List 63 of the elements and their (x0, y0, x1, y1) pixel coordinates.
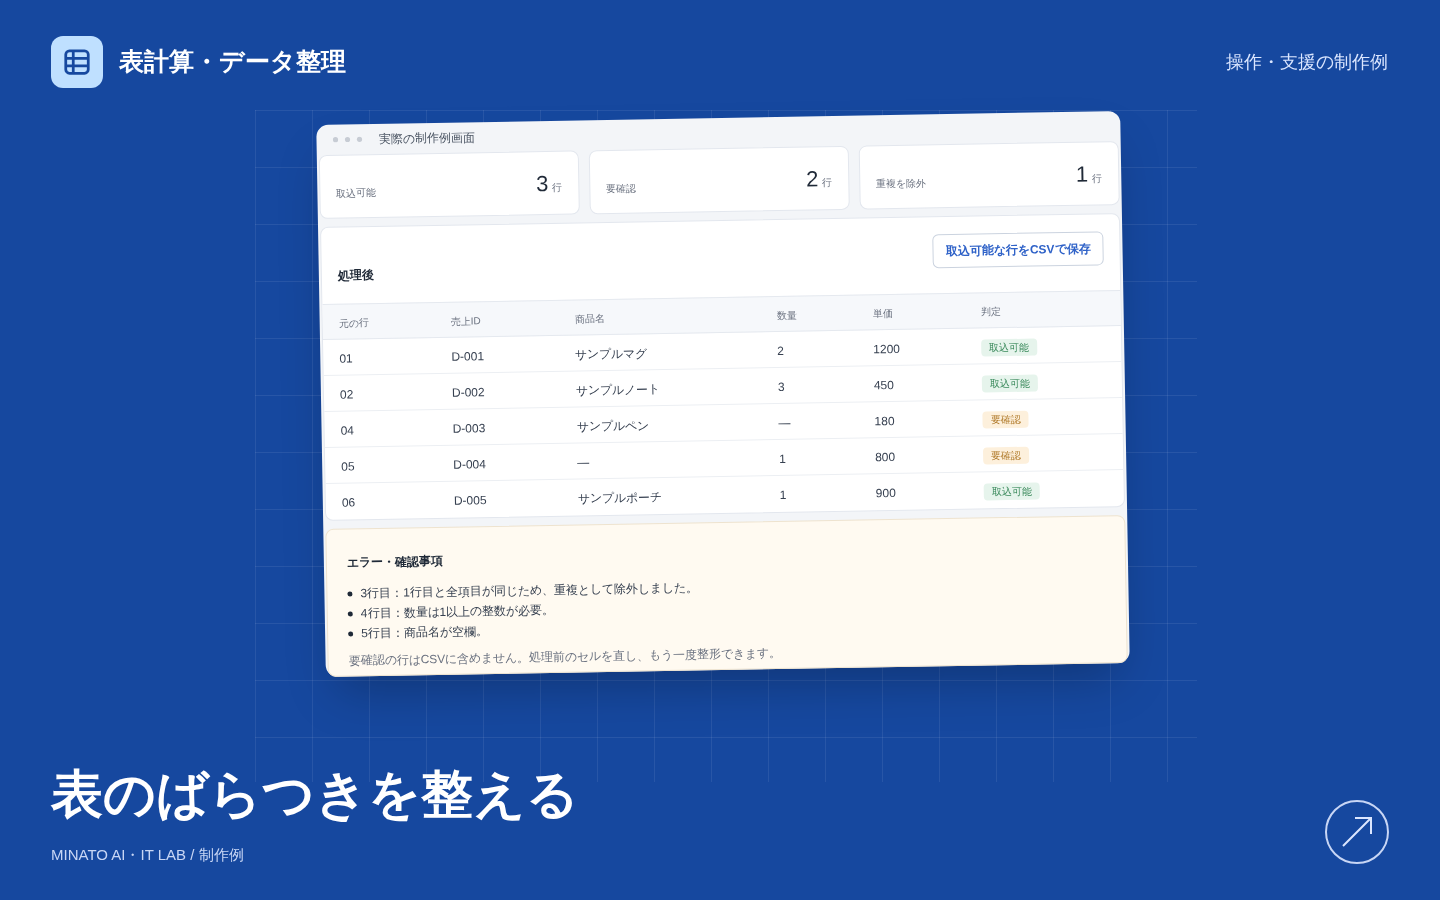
table-cell: 1 (779, 451, 786, 466)
table-cell: 1 (779, 487, 787, 502)
app-title: 表計算・データ整理 (119, 46, 346, 78)
credit: MINATO AI・IT LAB / 制作例 (51, 844, 245, 865)
table-cell: D-005 (453, 493, 487, 508)
stat-value: 1 (1075, 160, 1089, 189)
column-header: 商品名 (574, 313, 605, 325)
status-badge: 取込可能 (981, 338, 1038, 356)
table-cell: 2 (777, 343, 785, 358)
status-badge: 要確認 (982, 446, 1030, 464)
table-cell: 01 (339, 350, 353, 366)
bullet-icon (348, 631, 354, 637)
arrow-icon (1340, 815, 1374, 849)
window-dots-icon (332, 136, 363, 143)
table-cell: 06 (341, 495, 356, 510)
table-cell: 900 (875, 486, 896, 501)
column-header: 元の行 (338, 317, 369, 329)
table-cell: D-001 (451, 348, 485, 364)
stat-unit: 行 (1092, 170, 1103, 185)
bullet-icon (347, 611, 353, 617)
table-cell: 1200 (873, 341, 901, 356)
table-icon (62, 47, 92, 77)
error-note: 要確認の行はCSVに含めません。処理前のセルを直し、もう一度整形できます。 (348, 645, 783, 670)
error-title: エラー・確認事項 (346, 552, 444, 572)
column-header: 数量 (776, 309, 797, 322)
table-cell: サンプルノート (575, 381, 660, 398)
table-cell: 05 (341, 458, 355, 474)
error-item: 3行目：1行目と全項目が同じため、重複として除外しました。 (360, 579, 698, 603)
headline: 表のばらつきを整える (51, 767, 579, 820)
status-badge: 取込可能 (983, 482, 1040, 501)
section-title: 処理後 (337, 267, 375, 285)
stat-label: 重複を除外 (876, 175, 927, 191)
column-header: 単価 (872, 308, 893, 320)
table-cell: サンプルポーチ (577, 490, 662, 506)
table-cell: 180 (874, 413, 895, 428)
table-cell: — (778, 415, 791, 430)
table-cell: 02 (339, 386, 354, 402)
arrow-button[interactable] (1325, 800, 1389, 864)
stat-unit: 行 (822, 175, 833, 190)
table-cell: — (577, 454, 590, 470)
window-title: 実際の制作例画面 (378, 129, 475, 148)
table-cell: 800 (875, 449, 896, 464)
status-badge: 要確認 (982, 410, 1029, 428)
table-cell: サンプルペン (576, 417, 649, 434)
stat-unit: 行 (552, 180, 563, 195)
table-cell: D-003 (452, 420, 486, 436)
table-cell: 3 (777, 379, 785, 394)
status-badge: 取込可能 (981, 374, 1038, 392)
table-cell: D-002 (451, 384, 485, 400)
error-item: 4行目：数量は1以上の整数が必要。 (360, 602, 555, 623)
stat-value: 2 (805, 164, 819, 193)
table-cell: 450 (873, 377, 894, 392)
table-cell: サンプルマグ (575, 345, 648, 362)
stat-label: 取込可能 (336, 185, 377, 201)
table-cell: 04 (340, 422, 355, 438)
table-cell: D-004 (453, 456, 486, 472)
bullet-icon (347, 591, 353, 597)
error-item: 5行目：商品名が空欄。 (360, 623, 488, 643)
stat-value: 3 (535, 169, 549, 198)
tagline: 操作・支援の制作例 (1226, 50, 1388, 74)
stat-label: 要確認 (606, 181, 637, 196)
column-header: 判定 (980, 306, 1001, 318)
column-header: 売上ID (450, 315, 481, 327)
